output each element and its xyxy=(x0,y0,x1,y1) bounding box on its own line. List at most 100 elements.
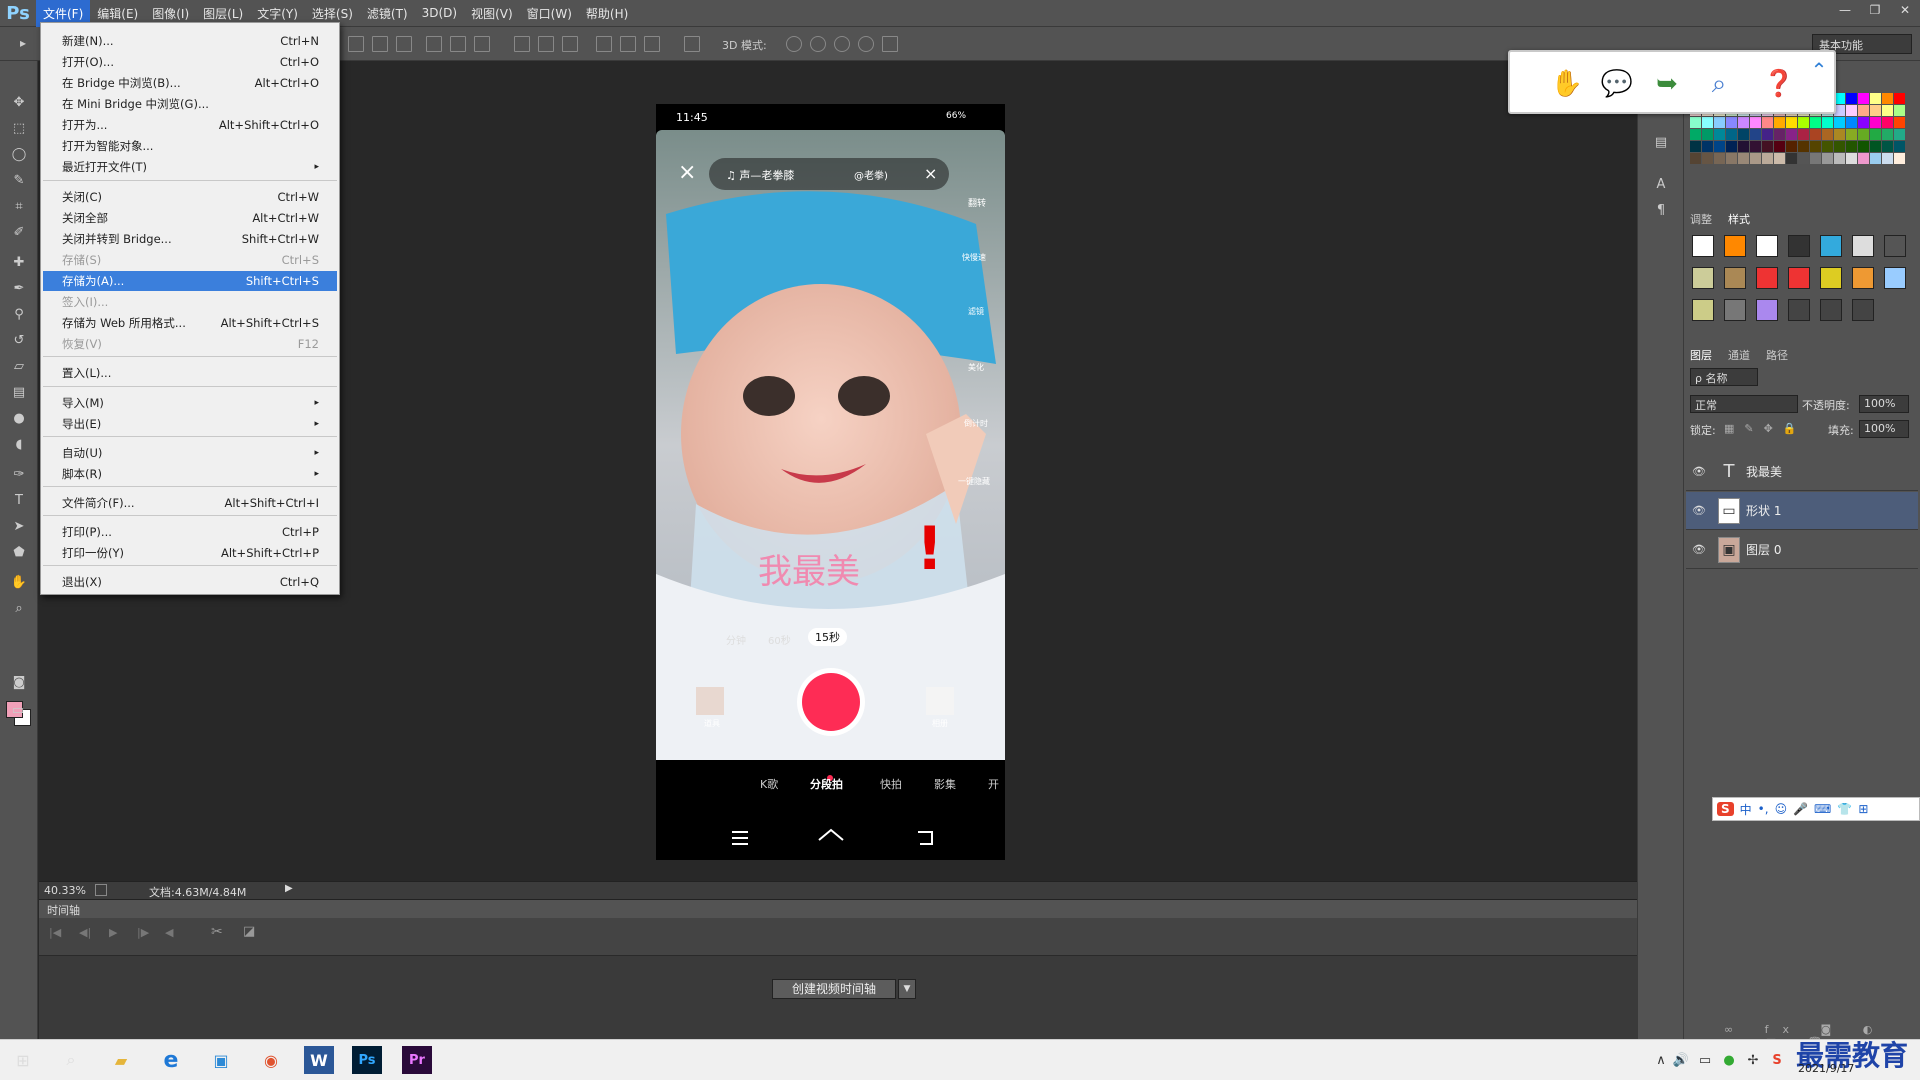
style-preset[interactable] xyxy=(1692,235,1714,257)
swatch-cell[interactable] xyxy=(1762,117,1773,128)
file-menu-item[interactable]: 恢复(V) F12 xyxy=(43,334,337,354)
style-preset[interactable] xyxy=(1788,235,1810,257)
style-preset[interactable] xyxy=(1884,267,1906,289)
layer-filter-select[interactable]: ρ 名称 xyxy=(1690,368,1758,386)
blend-mode-select[interactable]: 正常 xyxy=(1690,395,1798,413)
style-preset[interactable] xyxy=(1756,267,1778,289)
quick-mask-icon[interactable]: ◙ xyxy=(7,671,31,693)
distribute-bottom-icon[interactable] xyxy=(562,36,578,52)
swatch-cell[interactable] xyxy=(1726,141,1737,152)
lasso-tool-icon[interactable]: ◯ xyxy=(7,143,31,165)
3d-roll-icon[interactable] xyxy=(810,36,826,52)
file-menu-item[interactable]: 最近打开文件(T) ▸ xyxy=(43,157,337,177)
swatch-cell[interactable] xyxy=(1882,93,1893,104)
swatch-cell[interactable] xyxy=(1798,153,1809,164)
ime-brand-icon[interactable]: S xyxy=(1717,802,1734,816)
file-menu-item[interactable]: 关闭(C) Ctrl+W xyxy=(43,187,337,207)
menu-filter[interactable]: 滤镜(T) xyxy=(360,0,415,27)
swatch-cell[interactable] xyxy=(1870,117,1881,128)
swatch-cell[interactable] xyxy=(1822,141,1833,152)
zoom-tool-icon[interactable]: ⌕ xyxy=(7,597,31,619)
document-canvas[interactable]: ! 11:45 66% ♫ 声—老拳膝 @老拳) × × 翻转 快慢速 滤镜 美… xyxy=(656,104,1005,860)
distribute-vcenter-icon[interactable] xyxy=(538,36,554,52)
swatch-cell[interactable] xyxy=(1702,117,1713,128)
swatch-cell[interactable] xyxy=(1858,117,1869,128)
file-menu-item[interactable]: 自动(U) ▸ xyxy=(43,443,337,463)
file-menu-item[interactable]: 导入(M) ▸ xyxy=(43,393,337,413)
swatch-cell[interactable] xyxy=(1714,117,1725,128)
healing-brush-tool-icon[interactable]: ✚ xyxy=(7,251,31,273)
menu-3d[interactable]: 3D(D) xyxy=(415,0,464,27)
style-preset[interactable] xyxy=(1756,299,1778,321)
swatch-cell[interactable] xyxy=(1846,117,1857,128)
distribute-top-icon[interactable] xyxy=(514,36,530,52)
swatch-cell[interactable] xyxy=(1702,141,1713,152)
swatch-cell[interactable] xyxy=(1894,93,1905,104)
align-left-icon[interactable] xyxy=(426,36,442,52)
search-icon[interactable]: ⌕ xyxy=(56,1046,86,1074)
swatch-cell[interactable] xyxy=(1762,129,1773,140)
fill-input[interactable]: 100% xyxy=(1859,420,1909,438)
style-preset[interactable] xyxy=(1820,267,1842,289)
swatch-cell[interactable] xyxy=(1858,93,1869,104)
swatch-cell[interactable] xyxy=(1786,141,1797,152)
ime-skin-icon[interactable]: 👕 xyxy=(1837,802,1852,816)
help-icon[interactable]: ❓ xyxy=(1762,68,1796,100)
swatch-cell[interactable] xyxy=(1798,141,1809,152)
brush-tool-icon[interactable]: ✒ xyxy=(7,277,31,299)
swatch-cell[interactable] xyxy=(1870,105,1881,116)
word-icon[interactable]: W xyxy=(304,1046,334,1074)
swatch-cell[interactable] xyxy=(1690,153,1701,164)
swatch-cell[interactable] xyxy=(1894,153,1905,164)
ime-chinese[interactable]: 中 xyxy=(1740,801,1752,818)
swatch-cell[interactable] xyxy=(1750,141,1761,152)
swatch-cell[interactable] xyxy=(1738,153,1749,164)
swatch-cell[interactable] xyxy=(1846,153,1857,164)
swatch-cell[interactable] xyxy=(1834,129,1845,140)
file-menu-item[interactable]: 存储(S) Ctrl+S xyxy=(43,250,337,270)
style-preset[interactable] xyxy=(1820,299,1842,321)
file-menu-item[interactable]: 脚本(R) ▸ xyxy=(43,464,337,484)
align-hcenter-icon[interactable] xyxy=(450,36,466,52)
swatch-cell[interactable] xyxy=(1882,153,1893,164)
style-preset[interactable] xyxy=(1692,267,1714,289)
clone-stamp-tool-icon[interactable]: ⚲ xyxy=(7,303,31,325)
file-menu-item[interactable]: 新建(N)... Ctrl+N xyxy=(43,31,337,51)
file-menu-item[interactable]: 打印(P)... Ctrl+P xyxy=(43,522,337,542)
swatch-cell[interactable] xyxy=(1774,141,1785,152)
dodge-tool-icon[interactable]: ◖ xyxy=(7,433,31,455)
file-menu-item[interactable]: 存储为 Web 所用格式... Alt+Shift+Ctrl+S xyxy=(43,313,337,333)
swatch-cell[interactable] xyxy=(1702,129,1713,140)
zoom-document-icon[interactable]: ⌕ xyxy=(1702,68,1736,100)
character-panel-icon[interactable]: A xyxy=(1649,173,1673,195)
swatch-cell[interactable] xyxy=(1846,141,1857,152)
swatch-cell[interactable] xyxy=(1834,141,1845,152)
move-tool-icon[interactable]: ▸ xyxy=(20,36,36,52)
premiere-icon[interactable]: Pr xyxy=(402,1046,432,1074)
prev-frame-icon[interactable]: ◀| xyxy=(79,926,91,939)
styles-tab[interactable]: 样式 xyxy=(1728,211,1750,227)
3d-slide-icon[interactable] xyxy=(858,36,874,52)
style-preset[interactable] xyxy=(1788,267,1810,289)
distribute-right-icon[interactable] xyxy=(644,36,660,52)
swatch-cell[interactable] xyxy=(1810,141,1821,152)
swatch-cell[interactable] xyxy=(1810,129,1821,140)
swatch-cell[interactable] xyxy=(1738,141,1749,152)
swatch-cell[interactable] xyxy=(1810,153,1821,164)
swatch-cell[interactable] xyxy=(1846,129,1857,140)
menu-window[interactable]: 窗口(W) xyxy=(520,0,579,27)
status-arrow-icon[interactable]: ▶ xyxy=(285,883,293,894)
swatch-cell[interactable] xyxy=(1858,153,1869,164)
swatch-cell[interactable] xyxy=(1786,129,1797,140)
swatch-cell[interactable] xyxy=(1690,141,1701,152)
ime-voice-icon[interactable]: 🎤 xyxy=(1793,802,1808,816)
gradient-tool-icon[interactable]: ▤ xyxy=(7,381,31,403)
layer-row-text[interactable]: 👁 T 我最美 xyxy=(1686,453,1918,491)
shape-tool-icon[interactable]: ⬟ xyxy=(7,541,31,563)
edge-icon[interactable]: e xyxy=(156,1046,186,1074)
minimize-button[interactable]: — xyxy=(1830,0,1860,20)
swatch-cell[interactable] xyxy=(1738,117,1749,128)
distribute-left-icon[interactable] xyxy=(596,36,612,52)
eraser-tool-icon[interactable]: ▱ xyxy=(7,355,31,377)
app-icon[interactable]: ◉ xyxy=(256,1046,286,1074)
